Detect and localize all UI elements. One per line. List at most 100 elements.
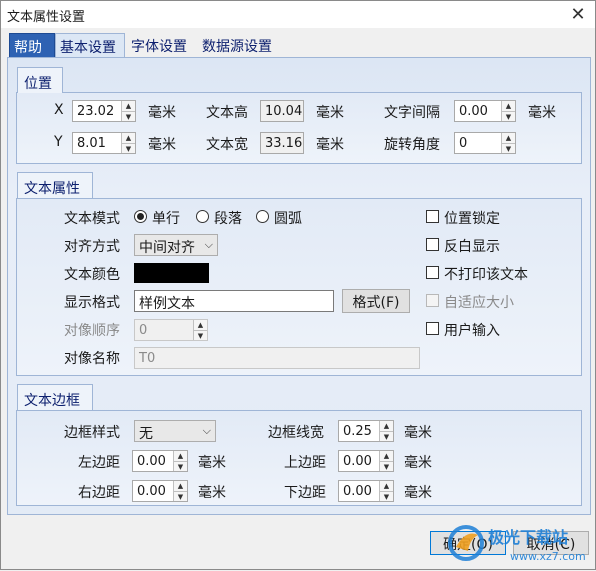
spin-up-icon[interactable]: ▲ xyxy=(379,421,393,431)
spin-up-icon[interactable]: ▲ xyxy=(121,101,135,111)
line-width-value: 0.25 xyxy=(343,424,372,439)
checkbox-lock-position-label: 位置锁定 xyxy=(444,211,500,227)
width-value: 33.16 xyxy=(260,132,304,154)
rotation-spinner[interactable]: 0 ▲ ▼ xyxy=(454,132,516,154)
checkbox-user-input[interactable] xyxy=(426,322,439,335)
spin-up-icon[interactable]: ▲ xyxy=(121,133,135,143)
left-margin-unit: 毫米 xyxy=(198,455,226,471)
rotation-label: 旋转角度 xyxy=(384,137,440,153)
spin-down-icon[interactable]: ▼ xyxy=(121,143,135,153)
spacing-label: 文字间隔 xyxy=(384,105,440,121)
title-bar: 文本属性设置 ✕ xyxy=(1,1,595,28)
spin-down-icon[interactable]: ▼ xyxy=(379,491,393,501)
left-margin-spinner[interactable]: 0.00 ▲ ▼ xyxy=(132,450,188,472)
spin-up-icon[interactable]: ▲ xyxy=(379,481,393,491)
checkbox-auto-size xyxy=(426,294,439,307)
x-value: 23.02 xyxy=(77,104,115,119)
close-button[interactable]: ✕ xyxy=(561,1,595,28)
checkbox-user-input-label: 用户输入 xyxy=(444,323,500,339)
spin-down-icon[interactable]: ▼ xyxy=(121,111,135,121)
watermark-logo: 极光下载站 www.xz7.com xyxy=(444,521,594,567)
svg-text:www.xz7.com: www.xz7.com xyxy=(510,550,586,563)
checkbox-invert-label: 反白显示 xyxy=(444,239,500,255)
width-unit: 毫米 xyxy=(316,137,344,153)
spin-down-icon[interactable]: ▼ xyxy=(501,143,515,153)
align-label: 对齐方式 xyxy=(64,239,120,255)
border-style-label: 边框样式 xyxy=(64,425,120,441)
spacing-unit: 毫米 xyxy=(528,105,556,121)
chevron-down-icon: ⌵ xyxy=(202,424,211,437)
spin-up-icon: ▲ xyxy=(193,320,207,330)
tab-help[interactable]: 帮助 xyxy=(9,33,55,57)
format-label: 显示格式 xyxy=(64,295,120,311)
x-spinner[interactable]: 23.02 ▲ ▼ xyxy=(72,100,136,122)
radio-single-line-label: 单行 xyxy=(152,211,180,227)
format-input[interactable]: 样例文本 xyxy=(134,290,334,312)
radio-arc[interactable] xyxy=(256,210,269,223)
order-label: 对像顺序 xyxy=(64,323,120,339)
chevron-down-icon: ⌵ xyxy=(204,238,213,251)
name-label: 对像名称 xyxy=(64,351,120,367)
radio-single-line[interactable] xyxy=(134,210,147,223)
line-width-spinner[interactable]: 0.25 ▲ ▼ xyxy=(338,420,394,442)
x-label: X xyxy=(54,102,64,118)
height-label: 文本高 xyxy=(206,105,248,121)
watermark-logo-icon: 极光下载站 www.xz7.com xyxy=(448,525,586,563)
align-dropdown[interactable]: 中间对齐 ⌵ xyxy=(134,234,218,256)
spin-down-icon[interactable]: ▼ xyxy=(501,111,515,121)
checkbox-auto-size-label: 自适应大小 xyxy=(444,295,514,311)
border-style-value: 无 xyxy=(139,426,153,442)
right-margin-unit: 毫米 xyxy=(198,485,226,501)
window-title: 文本属性设置 xyxy=(7,10,86,25)
spacing-spinner[interactable]: 0.00 ▲ ▼ xyxy=(454,100,516,122)
spin-down-icon: ▼ xyxy=(193,330,207,340)
spin-down-icon[interactable]: ▼ xyxy=(379,461,393,471)
tab-datasource[interactable]: 数据源设置 xyxy=(198,33,282,57)
checkbox-invert[interactable] xyxy=(426,238,439,251)
tab-page: 位置 X 23.02 ▲ ▼ 毫米 Y 8.01 ▲ ▼ 毫米 文本高 10.0… xyxy=(7,57,591,515)
y-spinner[interactable]: 8.01 ▲ ▼ xyxy=(72,132,136,154)
spin-up-icon[interactable]: ▲ xyxy=(501,101,515,111)
tab-font[interactable]: 字体设置 xyxy=(127,33,195,57)
checkbox-lock-position[interactable] xyxy=(426,210,439,223)
spin-down-icon[interactable]: ▼ xyxy=(173,491,187,501)
dialog-window: 文本属性设置 ✕ 帮助 基本设置 字体设置 数据源设置 位置 X 23.02 ▲… xyxy=(0,0,596,570)
rotation-value: 0 xyxy=(459,136,468,151)
color-swatch[interactable] xyxy=(134,263,209,283)
top-margin-spinner[interactable]: 0.00 ▲ ▼ xyxy=(338,450,394,472)
checkbox-no-print[interactable] xyxy=(426,266,439,279)
line-width-unit: 毫米 xyxy=(404,425,432,441)
height-unit: 毫米 xyxy=(316,105,344,121)
format-button[interactable]: 格式(F) xyxy=(342,289,410,313)
bottom-margin-unit: 毫米 xyxy=(404,485,432,501)
right-margin-spinner[interactable]: 0.00 ▲ ▼ xyxy=(132,480,188,502)
line-width-label: 边框线宽 xyxy=(268,425,324,441)
left-margin-label: 左边距 xyxy=(78,455,120,471)
border-style-dropdown[interactable]: 无 ⌵ xyxy=(134,420,216,442)
spin-down-icon[interactable]: ▼ xyxy=(379,431,393,441)
spin-up-icon[interactable]: ▲ xyxy=(379,451,393,461)
spin-up-icon[interactable]: ▲ xyxy=(173,451,187,461)
align-value: 中间对齐 xyxy=(139,240,195,256)
radio-arc-label: 圆弧 xyxy=(274,211,302,227)
mode-label: 文本模式 xyxy=(64,211,120,227)
top-margin-unit: 毫米 xyxy=(404,455,432,471)
spacing-value: 0.00 xyxy=(459,104,488,119)
tab-basic[interactable]: 基本设置 xyxy=(55,33,125,57)
spin-down-icon[interactable]: ▼ xyxy=(173,461,187,471)
close-icon: ✕ xyxy=(570,4,586,25)
y-label: Y xyxy=(54,134,63,150)
bottom-margin-spinner[interactable]: 0.00 ▲ ▼ xyxy=(338,480,394,502)
y-unit: 毫米 xyxy=(148,137,176,153)
spin-up-icon[interactable]: ▲ xyxy=(501,133,515,143)
right-margin-value: 0.00 xyxy=(137,484,166,499)
color-label: 文本颜色 xyxy=(64,267,120,283)
bottom-margin-value: 0.00 xyxy=(343,484,372,499)
order-spinner: 0 ▲ ▼ xyxy=(134,319,208,341)
y-value: 8.01 xyxy=(77,136,106,151)
spin-up-icon[interactable]: ▲ xyxy=(173,481,187,491)
checkbox-no-print-label: 不打印该文本 xyxy=(444,267,528,283)
left-margin-value: 0.00 xyxy=(137,454,166,469)
radio-paragraph[interactable] xyxy=(196,210,209,223)
bottom-margin-label: 下边距 xyxy=(284,485,326,501)
